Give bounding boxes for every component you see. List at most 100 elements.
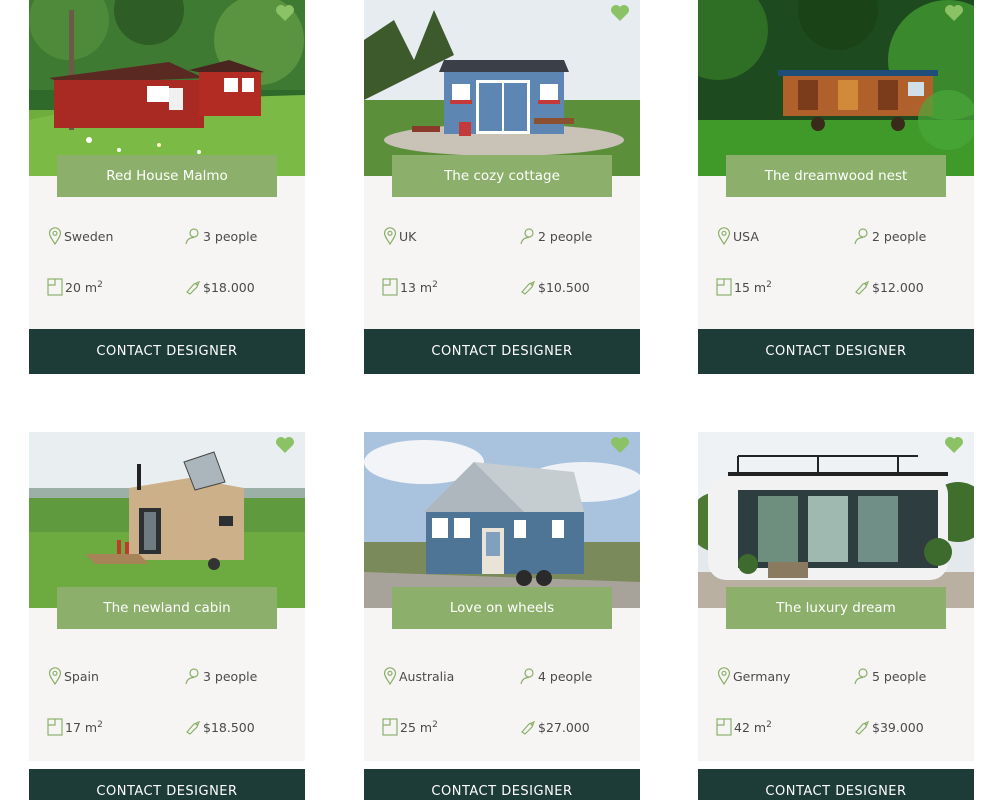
contact-designer-button[interactable]: CONTACT DESIGNER (698, 329, 974, 374)
area-unit-exponent: 2 (97, 280, 103, 290)
person-icon (520, 228, 534, 245)
house-photo[interactable] (698, 432, 974, 608)
price-label: $18.500 (203, 719, 255, 735)
heart-icon[interactable] (944, 436, 964, 454)
country-label: Germany (733, 668, 791, 684)
people-label: 3 people (203, 668, 258, 684)
floor-plan-icon (382, 718, 398, 736)
product-grid: Red House Malmo Sweden 3 people 20 m2 $1… (0, 0, 1000, 800)
location-stat: Sweden (48, 227, 113, 245)
map-pin-icon (383, 227, 397, 245)
area-unit-exponent: 2 (766, 720, 772, 730)
area-stat: 25 m2 (382, 718, 438, 736)
location-stat: Spain (48, 667, 99, 685)
people-stat: 4 people (520, 667, 592, 685)
house-title[interactable]: The luxury dream (726, 587, 946, 629)
area-unit: m (753, 719, 767, 735)
house-title[interactable]: The dreamwood nest (726, 155, 946, 197)
heart-icon[interactable] (610, 4, 630, 22)
house-card: The newland cabin Spain 3 people 17 m2 $… (29, 432, 305, 800)
area-value: 15 (734, 279, 750, 295)
people-stat: 3 people (185, 227, 257, 245)
price-label: $10.500 (538, 279, 590, 295)
card-details (698, 176, 974, 329)
area-value: 13 (400, 279, 416, 295)
price-stat: $18.000 (185, 278, 255, 296)
area-unit: m (419, 719, 433, 735)
heart-icon[interactable] (944, 4, 964, 22)
country-label: Australia (399, 668, 455, 684)
country-label: Sweden (64, 228, 114, 244)
people-label: 2 people (872, 228, 927, 244)
area-unit: m (753, 279, 767, 295)
area-value: 42 (734, 719, 750, 735)
person-icon (854, 228, 868, 245)
house-photo[interactable] (364, 432, 640, 608)
price-stat: $27.000 (520, 718, 590, 736)
card-details (29, 176, 305, 329)
price-label: $18.000 (203, 279, 255, 295)
heart-icon[interactable] (610, 436, 630, 454)
people-label: 5 people (872, 668, 927, 684)
country-label: Spain (64, 668, 99, 684)
house-title[interactable]: Love on wheels (392, 587, 612, 629)
house-title[interactable]: The cozy cottage (392, 155, 612, 197)
contact-designer-button[interactable]: CONTACT DESIGNER (29, 329, 305, 374)
area-unit: m (419, 279, 433, 295)
house-card: Love on wheels Australia 4 people 25 m2 … (364, 432, 640, 800)
contact-designer-button[interactable]: CONTACT DESIGNER (364, 329, 640, 374)
area-stat: 17 m2 (47, 718, 103, 736)
heart-icon[interactable] (275, 436, 295, 454)
house-photo[interactable] (698, 0, 974, 176)
floor-plan-icon (47, 718, 63, 736)
price-tag-icon (186, 280, 201, 295)
price-label: $39.000 (872, 719, 924, 735)
area-unit: m (84, 279, 98, 295)
price-stat: $18.500 (185, 718, 255, 736)
area-stat: 15 m2 (716, 278, 772, 296)
location-stat: Australia (383, 667, 454, 685)
contact-designer-button[interactable]: CONTACT DESIGNER (364, 769, 640, 800)
price-stat: $39.000 (854, 718, 924, 736)
area-unit-exponent: 2 (766, 280, 772, 290)
price-label: $12.000 (872, 279, 924, 295)
people-stat: 3 people (185, 667, 257, 685)
house-photo[interactable] (364, 0, 640, 176)
map-pin-icon (717, 227, 731, 245)
map-pin-icon (717, 667, 731, 685)
area-stat: 13 m2 (382, 278, 438, 296)
person-icon (854, 668, 868, 685)
area-stat: 20 m2 (47, 278, 103, 296)
area-value: 17 (65, 719, 81, 735)
area-unit: m (84, 719, 98, 735)
area-stat: 42 m2 (716, 718, 772, 736)
contact-designer-button[interactable]: CONTACT DESIGNER (698, 769, 974, 800)
location-stat: USA (717, 227, 759, 245)
people-stat: 2 people (854, 227, 926, 245)
house-title[interactable]: Red House Malmo (57, 155, 277, 197)
contact-designer-button[interactable]: CONTACT DESIGNER (29, 769, 305, 800)
person-icon (520, 668, 534, 685)
price-stat: $10.500 (520, 278, 590, 296)
floor-plan-icon (382, 278, 398, 296)
heart-icon[interactable] (275, 4, 295, 22)
floor-plan-icon (716, 718, 732, 736)
location-stat: UK (383, 227, 416, 245)
price-tag-icon (186, 720, 201, 735)
location-stat: Germany (717, 667, 790, 685)
person-icon (185, 228, 199, 245)
country-label: UK (399, 228, 417, 244)
map-pin-icon (383, 667, 397, 685)
house-card: The cozy cottage UK 2 people 13 m2 $10.5… (364, 0, 640, 374)
people-label: 2 people (538, 228, 593, 244)
people-stat: 5 people (854, 667, 926, 685)
people-stat: 2 people (520, 227, 592, 245)
price-label: $27.000 (538, 719, 590, 735)
area-value: 25 (400, 719, 416, 735)
house-photo[interactable] (29, 432, 305, 608)
floor-plan-icon (47, 278, 63, 296)
house-title[interactable]: The newland cabin (57, 587, 277, 629)
house-photo[interactable] (29, 0, 305, 176)
price-stat: $12.000 (854, 278, 924, 296)
card-details (364, 176, 640, 329)
